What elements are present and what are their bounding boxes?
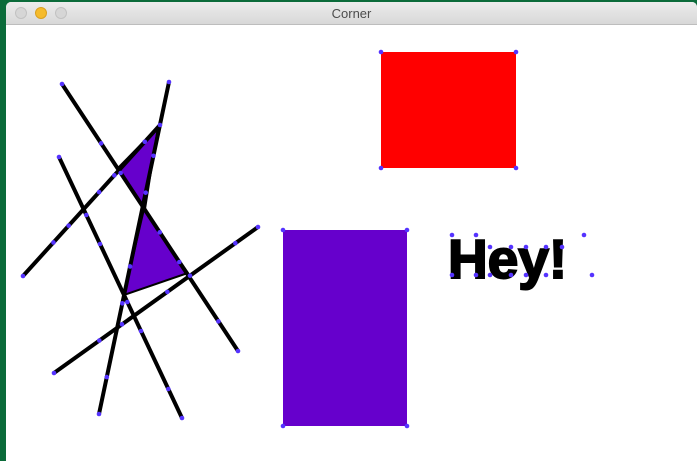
corner-marker <box>97 241 103 247</box>
corner-marker <box>523 272 529 278</box>
corner-marker <box>487 272 493 278</box>
corner-marker <box>104 374 110 380</box>
corner-marker <box>559 244 565 250</box>
corner-marker <box>523 244 529 250</box>
corner-marker <box>98 141 104 146</box>
corner-marker <box>166 386 171 392</box>
corner-marker <box>51 240 56 245</box>
corner-marker <box>151 153 156 159</box>
corner-marker <box>157 122 163 128</box>
purple-rectangle[interactable] <box>283 230 407 426</box>
corner-marker <box>127 264 133 269</box>
corner-marker <box>59 81 65 87</box>
corner-marker <box>143 190 148 195</box>
corner-marker <box>138 328 144 334</box>
canvas-svg: Hey! <box>20 49 595 429</box>
corner-marker <box>112 173 117 178</box>
corner-marker <box>508 244 514 250</box>
corner-marker <box>118 170 123 176</box>
corner-marker <box>142 139 148 145</box>
corner-marker <box>177 259 182 265</box>
corner-marker <box>216 319 221 324</box>
hey-text[interactable]: Hey! <box>447 227 568 291</box>
app-window: Corner Hey! <box>6 2 697 461</box>
corner-marker <box>187 273 193 278</box>
corner-marker <box>508 272 514 278</box>
red-square[interactable] <box>381 52 516 168</box>
title-bar[interactable]: Corner <box>6 2 697 25</box>
corner-marker <box>120 301 125 306</box>
corner-marker <box>97 338 102 343</box>
corner-marker <box>179 415 185 421</box>
corner-marker <box>96 189 102 195</box>
corner-marker <box>20 273 26 279</box>
corner-marker <box>157 230 163 235</box>
corner-marker <box>473 272 479 278</box>
window-title: Corner <box>331 6 372 21</box>
corner-marker <box>378 165 384 171</box>
drawing-canvas[interactable]: Hey! <box>6 25 697 461</box>
corner-marker <box>449 272 455 278</box>
corner-marker <box>125 299 130 305</box>
corner-marker <box>473 232 479 238</box>
corner-marker <box>233 240 238 246</box>
corner-marker <box>581 232 587 238</box>
corner-marker <box>280 423 286 429</box>
corner-marker <box>543 272 549 278</box>
corner-marker <box>543 244 549 250</box>
corner-marker <box>513 49 519 55</box>
corner-marker <box>66 223 71 228</box>
corner-marker <box>119 322 125 327</box>
corner-marker <box>487 244 493 250</box>
corner-marker <box>165 289 170 295</box>
corner-marker <box>378 49 384 55</box>
corner-marker <box>404 423 410 429</box>
corner-marker <box>255 224 261 230</box>
corner-marker <box>56 154 62 160</box>
corner-marker <box>513 165 519 171</box>
corner-marker <box>280 227 286 233</box>
corner-marker <box>166 79 172 85</box>
corner-marker <box>235 348 241 354</box>
corner-marker <box>589 272 595 278</box>
corner-marker <box>96 411 102 417</box>
corner-marker <box>51 370 57 376</box>
corner-marker <box>449 232 455 238</box>
corner-marker <box>404 227 410 233</box>
line-3[interactable] <box>57 155 184 420</box>
corner-marker <box>84 212 89 218</box>
